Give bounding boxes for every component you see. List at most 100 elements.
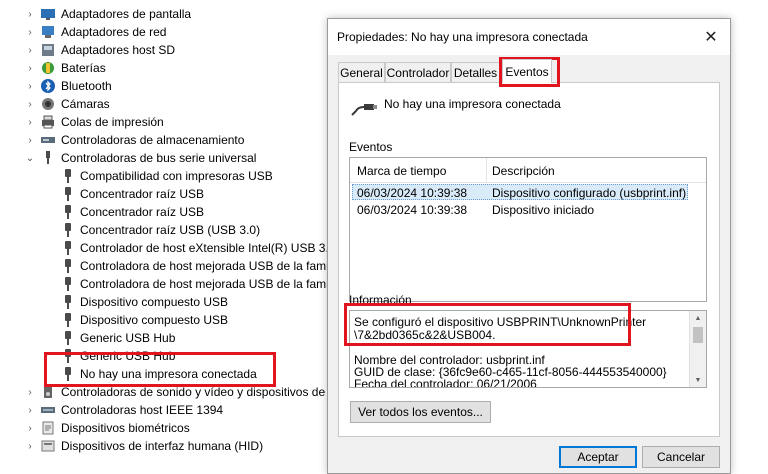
chevron-right-icon[interactable]: › xyxy=(25,41,35,59)
tree-child-item[interactable]: Generic USB Hub xyxy=(0,329,330,347)
tab-eventos[interactable]: Eventos xyxy=(502,59,552,83)
tree-category-item[interactable]: › Cámaras xyxy=(0,95,330,113)
scroll-up-icon[interactable]: ▲ xyxy=(690,311,706,325)
tree-item-label: Controlador de host eXtensible Intel(R) … xyxy=(80,241,336,255)
chevron-right-icon[interactable]: › xyxy=(25,419,35,437)
tab-detalles[interactable]: Detalles xyxy=(451,62,500,82)
chevron-right-icon[interactable]: › xyxy=(25,383,35,401)
events-list[interactable]: Marca de tiempo Descripción 06/03/2024 1… xyxy=(349,157,707,302)
tree-item-label: Controladora de host mejorada USB de la … xyxy=(80,259,332,273)
info-scrollbar[interactable]: ▲ ▼ xyxy=(689,311,706,387)
info-line: Se configuró el dispositivo USBPRINT\Unk… xyxy=(354,315,647,329)
tree-item-label: Concentrador raíz USB (USB 3.0) xyxy=(80,223,261,237)
tree-category-item[interactable]: › Adaptadores de pantalla xyxy=(0,5,330,23)
accept-label: Aceptar xyxy=(577,450,619,464)
tree-category-item[interactable]: › Bluetooth xyxy=(0,77,330,95)
tree-category-item[interactable]: › Colas de impresión xyxy=(0,113,330,131)
tree-child-item[interactable]: Concentrador raíz USB xyxy=(0,185,330,203)
tab-controlador[interactable]: Controlador xyxy=(385,62,451,82)
tree-item-label: Adaptadores host SD xyxy=(61,43,176,57)
display-adapter-icon xyxy=(41,9,55,20)
chevron-right-icon[interactable]: › xyxy=(25,113,35,131)
tree-item-label: Adaptadores de red xyxy=(61,25,167,39)
chevron-right-icon[interactable]: › xyxy=(25,23,35,41)
tree-category-item[interactable]: ⌄ Controladoras de bus serie universal xyxy=(0,149,330,167)
tree-child-item[interactable]: No hay una impresora conectada xyxy=(0,365,330,383)
tree-item-label: Controladoras de sonido y vídeo y dispos… xyxy=(61,385,332,399)
biometric-icon xyxy=(42,421,54,435)
events-list-header: Marca de tiempo Descripción xyxy=(350,158,706,183)
column-timestamp[interactable]: Marca de tiempo xyxy=(357,164,446,178)
tree-child-item[interactable]: Dispositivo compuesto USB xyxy=(0,293,330,311)
chevron-right-icon[interactable]: › xyxy=(25,5,35,23)
view-all-events-button[interactable]: Ver todos los eventos... xyxy=(350,401,491,423)
tree-item-label: Compatibilidad con impresoras USB xyxy=(80,169,273,183)
scroll-down-icon[interactable]: ▼ xyxy=(690,373,706,387)
event-description: Dispositivo configurado (usbprint.inf) xyxy=(492,186,687,200)
chevron-right-icon[interactable]: › xyxy=(25,77,35,95)
tree-child-item[interactable]: Controladora de host mejorada USB de la … xyxy=(0,275,331,293)
tree-category-item[interactable]: › Dispositivos biométricos xyxy=(0,419,330,437)
info-label: Información xyxy=(349,293,412,307)
chevron-right-icon[interactable]: › xyxy=(25,437,35,455)
hid-icon xyxy=(41,440,55,452)
tree-child-item[interactable]: Controladora de host mejorada USB de la … xyxy=(0,257,332,275)
column-divider[interactable] xyxy=(486,158,487,182)
usb-controller-icon xyxy=(46,151,50,164)
chevron-right-icon[interactable]: › xyxy=(25,59,35,77)
tree-child-item[interactable]: Generic USB Hub xyxy=(0,347,330,365)
storage-controller-icon xyxy=(41,137,55,143)
tree-child-item[interactable]: Compatibilidad con impresoras USB xyxy=(0,167,330,185)
tree-item-label: Concentrador raíz USB xyxy=(80,205,205,219)
scroll-thumb[interactable] xyxy=(693,327,703,343)
cancel-label: Cancelar xyxy=(656,450,706,464)
dialog-title: Propiedades: No hay una impresora conect… xyxy=(337,30,588,44)
tree-child-item[interactable]: Controlador de host eXtensible Intel(R) … xyxy=(0,239,335,257)
info-textbox[interactable]: Se configuró el dispositivo USBPRINT\Unk… xyxy=(349,310,707,388)
chevron-down-icon[interactable]: ⌄ xyxy=(25,149,35,167)
tree-item-label: Controladoras de bus serie universal xyxy=(61,151,257,165)
accept-button[interactable]: Aceptar xyxy=(559,446,637,468)
sound-controller-icon xyxy=(44,386,52,398)
tree-item-label: Concentrador raíz USB xyxy=(80,187,205,201)
printer-icon xyxy=(42,115,54,129)
close-button[interactable]: ✕ xyxy=(698,25,724,49)
info-line: \7&2bd0365c&2&USB004. xyxy=(354,328,496,342)
tree-item-label: Dispositivo compuesto USB xyxy=(80,313,229,327)
tree-item-label: Controladoras de almacenamiento xyxy=(61,133,245,147)
info-line: Fecha del controlador: 06/21/2006 xyxy=(354,377,537,388)
event-row[interactable]: 06/03/2024 10:39:38 Dispositivo iniciado xyxy=(352,202,688,218)
tab-general[interactable]: General xyxy=(338,62,385,82)
tree-child-item[interactable]: Concentrador raíz USB xyxy=(0,203,330,221)
tree-item-label: No hay una impresora conectada xyxy=(80,367,257,381)
tree-child-item[interactable]: Concentrador raíz USB (USB 3.0) xyxy=(0,221,330,239)
network-adapter-icon xyxy=(42,26,54,38)
tree-category-item[interactable]: › Controladoras de sonido y vídeo y dispo… xyxy=(0,383,332,401)
tree-item-label: Generic USB Hub xyxy=(80,331,176,345)
tree-category-item[interactable]: › Adaptadores host SD xyxy=(0,41,330,59)
tree-child-item[interactable]: Dispositivo compuesto USB xyxy=(0,311,330,329)
tab-controlador-label: Controlador xyxy=(386,65,450,80)
usb-device-icon xyxy=(60,240,76,256)
tree-category-item[interactable]: › Controladoras de almacenamiento xyxy=(0,131,330,149)
tree-category-item[interactable]: › Controladoras host IEEE 1394 xyxy=(0,401,330,419)
ieee1394-icon xyxy=(41,407,55,413)
tree-category-item[interactable]: › Dispositivos de interfaz humana (HID) xyxy=(0,437,330,455)
tree-item-label: Bluetooth xyxy=(61,79,112,93)
chevron-right-icon[interactable]: › xyxy=(25,401,35,419)
usb-device-icon xyxy=(60,186,76,202)
cancel-button[interactable]: Cancelar xyxy=(642,446,720,468)
event-row[interactable]: 06/03/2024 10:39:38 Dispositivo configur… xyxy=(352,184,688,200)
usb-device-icon xyxy=(60,168,76,184)
event-description: Dispositivo iniciado xyxy=(492,203,595,217)
view-all-events-label: Ver todos los eventos... xyxy=(358,405,483,419)
tree-category-item[interactable]: › Adaptadores de red xyxy=(0,23,330,41)
chevron-right-icon[interactable]: › xyxy=(25,95,35,113)
tree-category-item[interactable]: › Baterías xyxy=(0,59,330,77)
tree-item-label: Baterías xyxy=(61,61,106,75)
column-description[interactable]: Descripción xyxy=(492,164,555,178)
usb-device-icon xyxy=(60,294,76,310)
tab-detalles-label: Detalles xyxy=(453,65,498,80)
tree-item-label: Controladoras host IEEE 1394 xyxy=(61,403,224,417)
chevron-right-icon[interactable]: › xyxy=(25,131,35,149)
